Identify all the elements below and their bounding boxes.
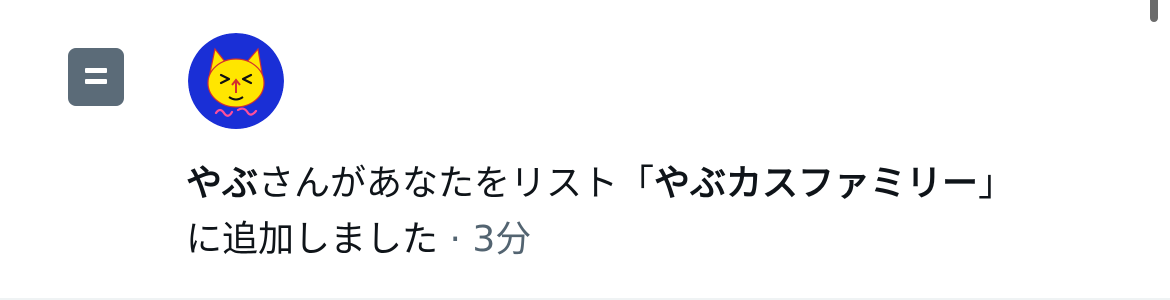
notification-message: やぶさんがあなたをリスト「やぶカスファミリー」に追加しました · 3分 <box>186 156 1146 268</box>
list-added-notification[interactable]: やぶさんがあなたをリスト「やぶカスファミリー」に追加しました · 3分 <box>0 0 1170 300</box>
user-name[interactable]: やぶ <box>186 163 258 204</box>
message-text: さんがあなたをリスト <box>258 163 619 204</box>
list-name[interactable]: やぶカスファミリー <box>654 163 978 204</box>
timestamp[interactable]: 3分 <box>472 219 531 260</box>
scrollbar-thumb[interactable] <box>1150 0 1158 22</box>
separator: · <box>438 219 473 260</box>
list-close-bracket: 」 <box>978 163 1015 204</box>
list-icon-line <box>85 79 107 84</box>
list-open-bracket: 「 <box>618 163 655 204</box>
list-icon <box>68 48 124 106</box>
list-icon-line <box>85 68 107 73</box>
avatar[interactable] <box>188 33 284 129</box>
message-text-end: に追加しました <box>186 219 439 260</box>
